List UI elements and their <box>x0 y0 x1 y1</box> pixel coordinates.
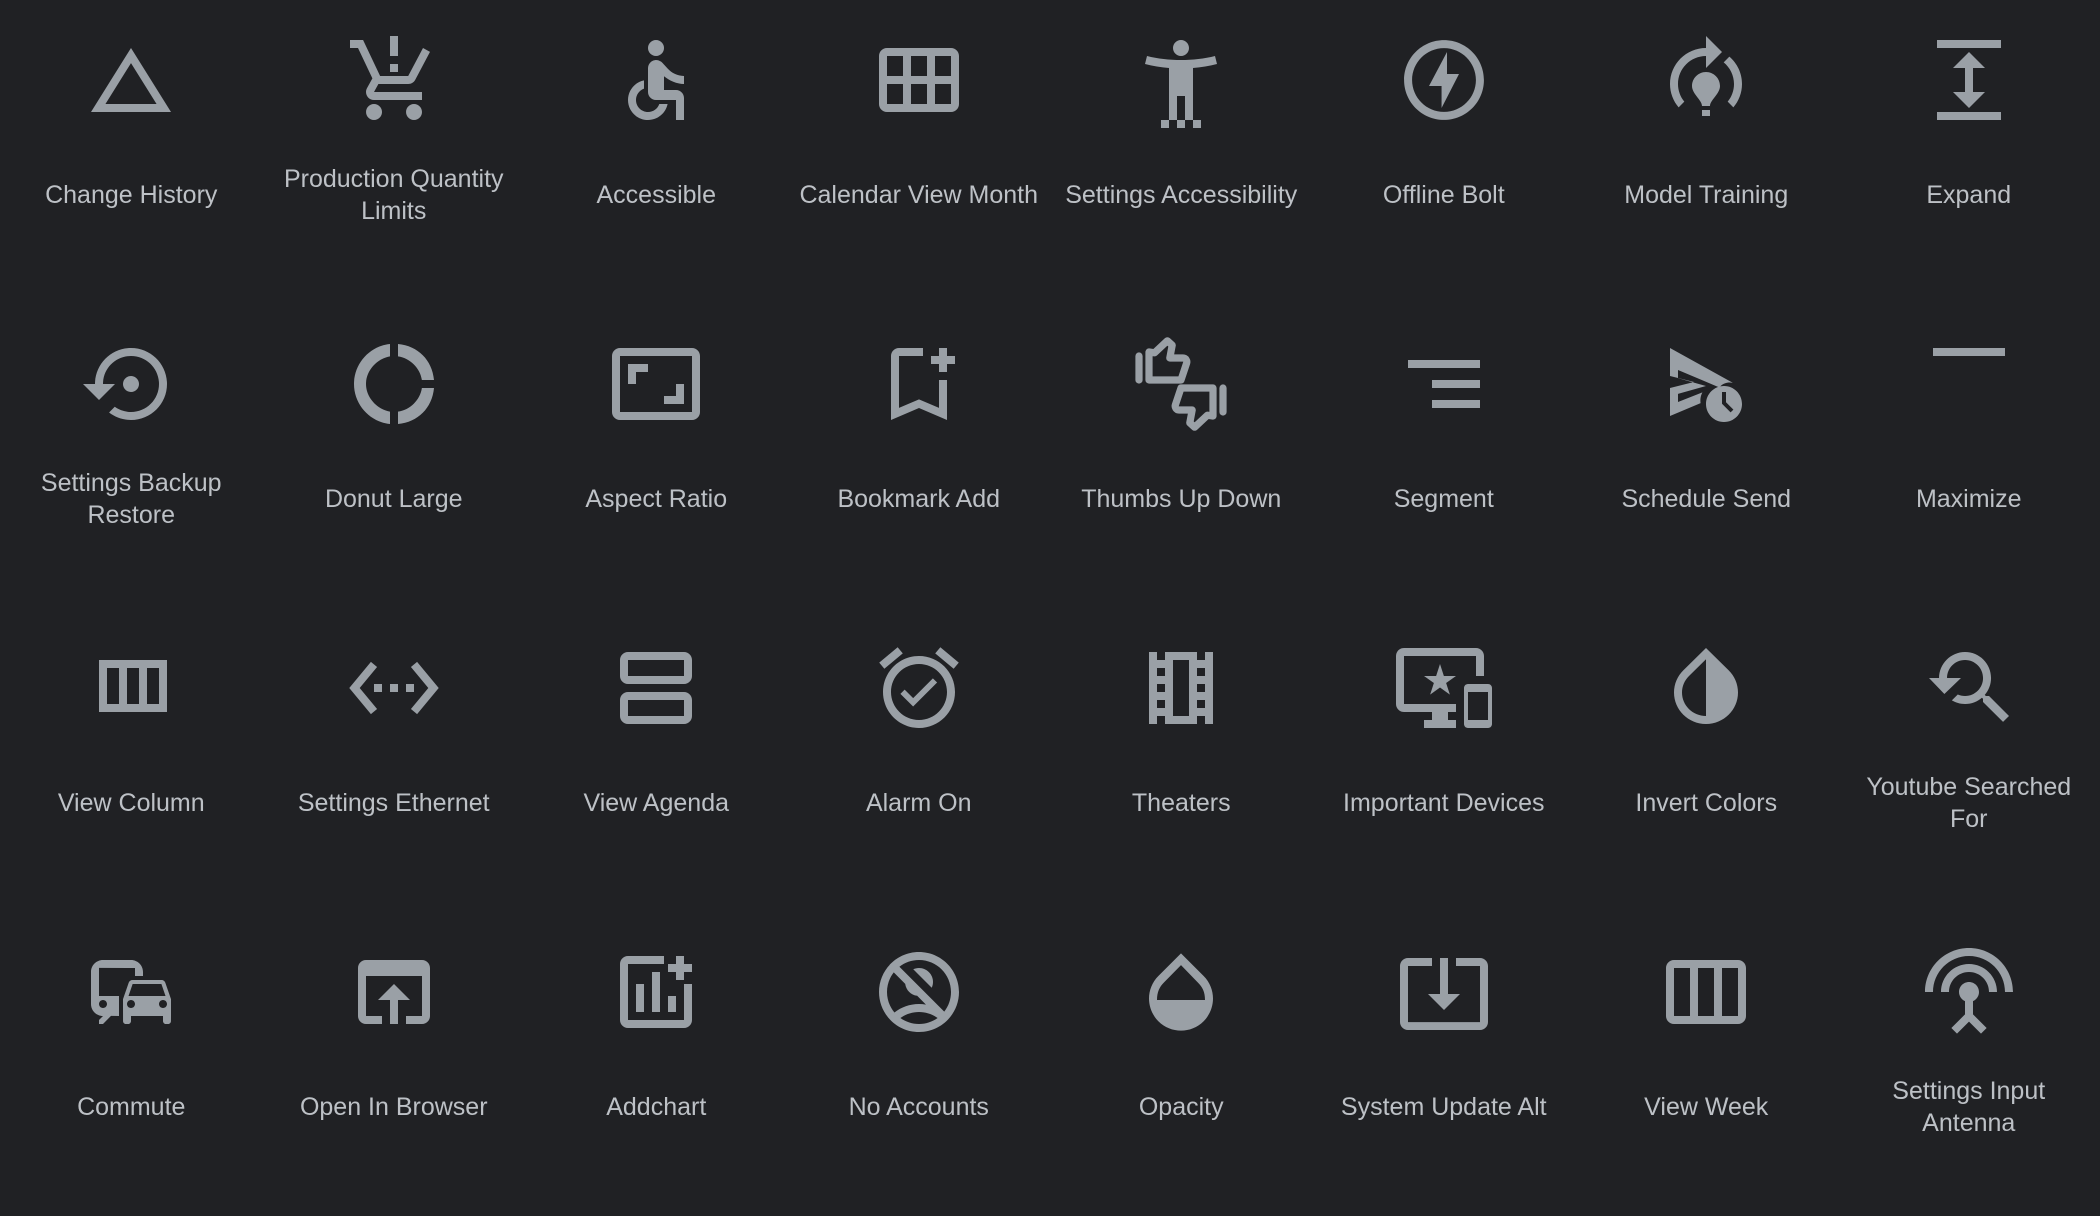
icon-label: Bookmark Add <box>796 464 1043 534</box>
icon-label: Settings Accessibility <box>1058 160 1305 230</box>
icon-tile-maximize[interactable]: Maximize <box>1838 304 2100 608</box>
icon-tile-invert-colors[interactable]: Invert Colors <box>1575 608 1838 912</box>
icon-label: Expand <box>1846 160 2093 230</box>
icon-label: View Agenda <box>533 768 780 838</box>
open-in-browser-icon <box>346 944 442 1040</box>
icon-tile-calendar-view-month[interactable]: Calendar View Month <box>788 0 1051 304</box>
accessible-icon <box>608 32 704 128</box>
icon-tile-settings-ethernet[interactable]: Settings Ethernet <box>263 608 526 912</box>
icon-label: Settings Ethernet <box>271 768 518 838</box>
icon-tile-view-column[interactable]: View Column <box>0 608 263 912</box>
icon-label: Production Quantity Limits <box>271 160 518 230</box>
icon-tile-offline-bolt[interactable]: Offline Bolt <box>1313 0 1576 304</box>
icon-tile-aspect-ratio[interactable]: Aspect Ratio <box>525 304 788 608</box>
schedule-send-icon <box>1658 336 1754 432</box>
icon-label: Important Devices <box>1321 768 1568 838</box>
icon-label: Open In Browser <box>271 1072 518 1142</box>
invert-colors-icon <box>1658 640 1754 736</box>
addchart-icon <box>608 944 704 1040</box>
icon-tile-system-update-alt[interactable]: System Update Alt <box>1313 912 1576 1216</box>
production-quantity-limits-icon <box>346 32 442 128</box>
settings-ethernet-icon <box>346 640 442 736</box>
icon-tile-addchart[interactable]: Addchart <box>525 912 788 1216</box>
icon-label: Settings Input Antenna <box>1846 1072 2093 1142</box>
icon-tile-view-agenda[interactable]: View Agenda <box>525 608 788 912</box>
icon-tile-alarm-on[interactable]: Alarm On <box>788 608 1051 912</box>
thumbs-up-down-icon <box>1133 336 1229 432</box>
model-training-icon <box>1658 32 1754 128</box>
icon-label: Segment <box>1321 464 1568 534</box>
icon-label: Model Training <box>1583 160 1830 230</box>
icon-label: Addchart <box>533 1072 780 1142</box>
icon-tile-segment[interactable]: Segment <box>1313 304 1576 608</box>
icon-tile-change-history[interactable]: Change History <box>0 0 263 304</box>
icon-tile-important-devices[interactable]: Important Devices <box>1313 608 1576 912</box>
offline-bolt-icon <box>1396 32 1492 128</box>
icon-label: Accessible <box>533 160 780 230</box>
icon-tile-opacity[interactable]: Opacity <box>1050 912 1313 1216</box>
icon-label: Donut Large <box>271 464 518 534</box>
icon-grid: Change History Production Quantity Limit… <box>0 0 2100 1216</box>
system-update-alt-icon <box>1396 944 1492 1040</box>
icon-label: View Column <box>8 768 255 838</box>
no-accounts-icon <box>871 944 967 1040</box>
icon-tile-settings-backup-restore[interactable]: Settings Backup Restore <box>0 304 263 608</box>
icon-label: Invert Colors <box>1583 768 1830 838</box>
icon-tile-donut-large[interactable]: Donut Large <box>263 304 526 608</box>
icon-label: Maximize <box>1846 464 2093 534</box>
settings-backup-restore-icon <box>83 336 179 432</box>
icon-tile-commute[interactable]: Commute <box>0 912 263 1216</box>
commute-icon <box>83 944 179 1040</box>
icon-tile-no-accounts[interactable]: No Accounts <box>788 912 1051 1216</box>
icon-label: Theaters <box>1058 768 1305 838</box>
opacity-icon <box>1133 944 1229 1040</box>
icon-label: Youtube Searched For <box>1846 768 2093 838</box>
icon-label: Thumbs Up Down <box>1058 464 1305 534</box>
icon-tile-view-week[interactable]: View Week <box>1575 912 1838 1216</box>
icon-tile-settings-input-antenna[interactable]: Settings Input Antenna <box>1838 912 2100 1216</box>
icon-tile-model-training[interactable]: Model Training <box>1575 0 1838 304</box>
icon-label: Aspect Ratio <box>533 464 780 534</box>
settings-input-antenna-icon <box>1921 944 2017 1040</box>
donut-large-icon <box>346 336 442 432</box>
icon-label: Change History <box>8 160 255 230</box>
icon-label: Schedule Send <box>1583 464 1830 534</box>
icon-label: Settings Backup Restore <box>8 464 255 534</box>
change-history-icon <box>83 32 179 128</box>
view-agenda-icon <box>608 640 704 736</box>
important-devices-icon <box>1396 640 1492 736</box>
icon-label: System Update Alt <box>1321 1072 1568 1142</box>
icon-label: View Week <box>1583 1072 1830 1142</box>
icon-label: Offline Bolt <box>1321 160 1568 230</box>
view-week-icon <box>1658 944 1754 1040</box>
view-column-icon <box>83 640 179 736</box>
icon-label: No Accounts <box>796 1072 1043 1142</box>
maximize-icon <box>1921 336 2017 432</box>
icon-tile-settings-accessibility[interactable]: Settings Accessibility <box>1050 0 1313 304</box>
icon-tile-accessible[interactable]: Accessible <box>525 0 788 304</box>
icon-tile-expand[interactable]: Expand <box>1838 0 2100 304</box>
icon-label: Alarm On <box>796 768 1043 838</box>
icon-tile-thumbs-up-down[interactable]: Thumbs Up Down <box>1050 304 1313 608</box>
icon-tile-youtube-searched-for[interactable]: Youtube Searched For <box>1838 608 2100 912</box>
segment-icon <box>1396 336 1492 432</box>
icon-tile-theaters[interactable]: Theaters <box>1050 608 1313 912</box>
youtube-searched-for-icon <box>1921 640 2017 736</box>
aspect-ratio-icon <box>608 336 704 432</box>
icon-label: Opacity <box>1058 1072 1305 1142</box>
alarm-on-icon <box>871 640 967 736</box>
icon-label: Calendar View Month <box>796 160 1043 230</box>
bookmark-add-icon <box>871 336 967 432</box>
icon-tile-open-in-browser[interactable]: Open In Browser <box>263 912 526 1216</box>
icon-label: Commute <box>8 1072 255 1142</box>
calendar-view-month-icon <box>871 32 967 128</box>
icon-tile-bookmark-add[interactable]: Bookmark Add <box>788 304 1051 608</box>
expand-icon <box>1921 32 2017 128</box>
icon-tile-schedule-send[interactable]: Schedule Send <box>1575 304 1838 608</box>
settings-accessibility-icon <box>1133 32 1229 128</box>
theaters-icon <box>1133 640 1229 736</box>
icon-tile-production-quantity-limits[interactable]: Production Quantity Limits <box>263 0 526 304</box>
